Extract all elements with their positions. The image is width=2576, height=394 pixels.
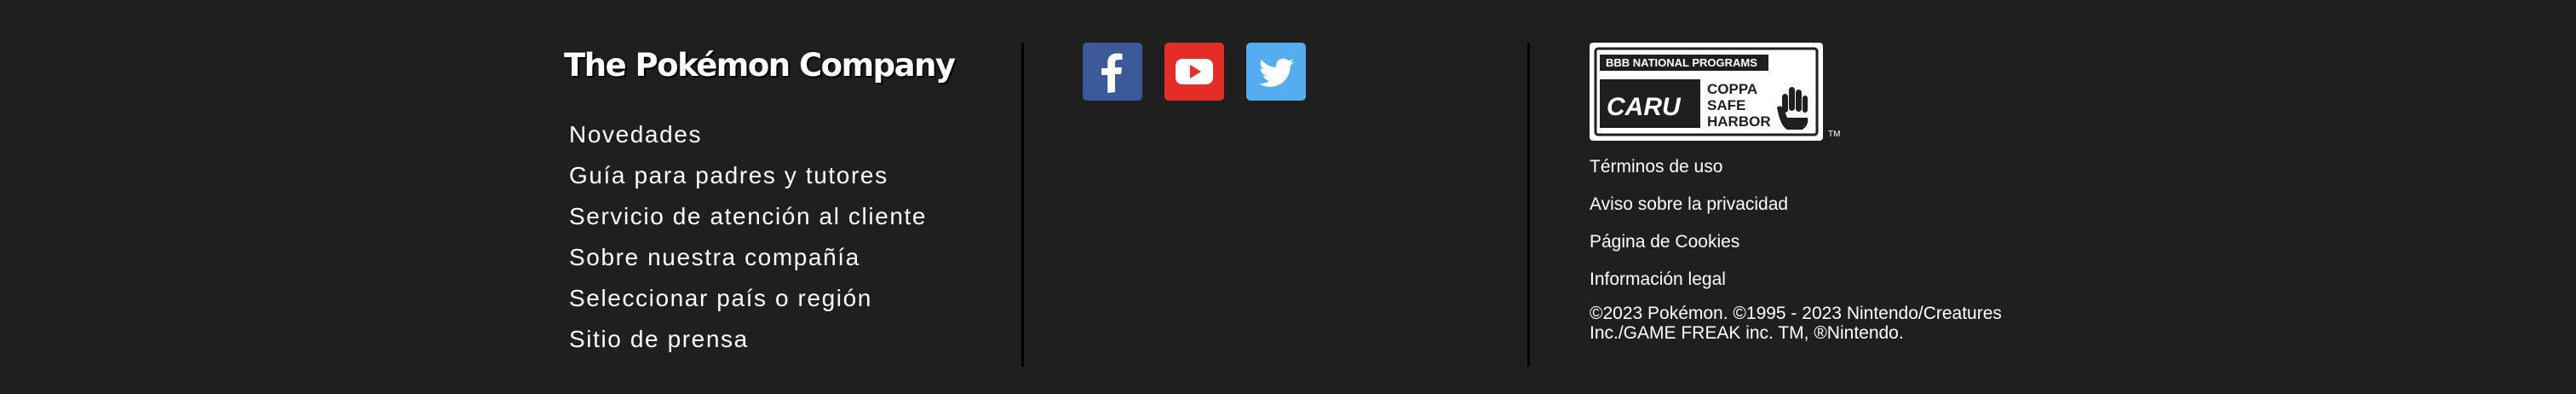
youtube-icon [1176,59,1213,84]
nav-link-parents-guide[interactable]: Guía para padres y tutores [569,155,927,196]
legal-links: Términos de uso Aviso sobre la privacida… [1590,148,1788,298]
facebook-button[interactable] [1083,43,1142,101]
footer-nav-column: The Pokémon Company Novedades Guía para … [564,44,1007,352]
twitter-button[interactable] [1246,43,1306,101]
badge-trademark: TM [1828,130,1841,139]
privacy-notice-link[interactable]: Aviso sobre la privacidad [1590,186,1788,223]
footer-nav: Novedades Guía para padres y tutores Ser… [569,114,927,360]
nav-link-about-company[interactable]: Sobre nuestra compañía [569,237,927,278]
facebook-icon [1101,53,1123,93]
caru-coppa-safe-harbor-badge[interactable]: BBB NATIONAL PROGRAMS CARU COPPA SAFE HA… [1590,43,1840,141]
badge-caru-text: CARU [1607,93,1682,121]
nav-link-press-site[interactable]: Sitio de prensa [569,319,927,360]
badge-line-1: COPPA [1707,81,1757,97]
badge-line-2: SAFE [1707,97,1745,113]
nav-link-customer-service[interactable]: Servicio de atención al cliente [569,196,927,237]
twitter-icon [1259,58,1294,87]
site-footer: The Pokémon Company Novedades Guía para … [0,0,2576,394]
terms-of-use-link[interactable]: Términos de uso [1590,148,1788,186]
copyright-text: ©2023 Pokémon. ©1995 - 2023 Nintendo/Cre… [1590,304,2002,343]
column-divider [1021,43,1024,367]
social-links [1083,43,1306,101]
badge-top-text: BBB NATIONAL PROGRAMS [1606,56,1757,69]
nav-link-novedades[interactable]: Novedades [569,114,927,155]
caru-badge-graphic: BBB NATIONAL PROGRAMS CARU COPPA SAFE HA… [1594,47,1819,136]
column-divider [1527,43,1530,367]
legal-info-link[interactable]: Información legal [1590,261,1788,298]
youtube-button[interactable] [1164,43,1224,101]
pokemon-company-logo[interactable]: The Pokémon Company [564,44,1007,87]
nav-link-select-region[interactable]: Seleccionar país o región [569,278,927,319]
badge-line-3: HARBOR [1707,113,1771,130]
cookies-page-link[interactable]: Página de Cookies [1590,223,1788,261]
footer-legal-column: BBB NATIONAL PROGRAMS CARU COPPA SAFE HA… [1590,43,2067,343]
